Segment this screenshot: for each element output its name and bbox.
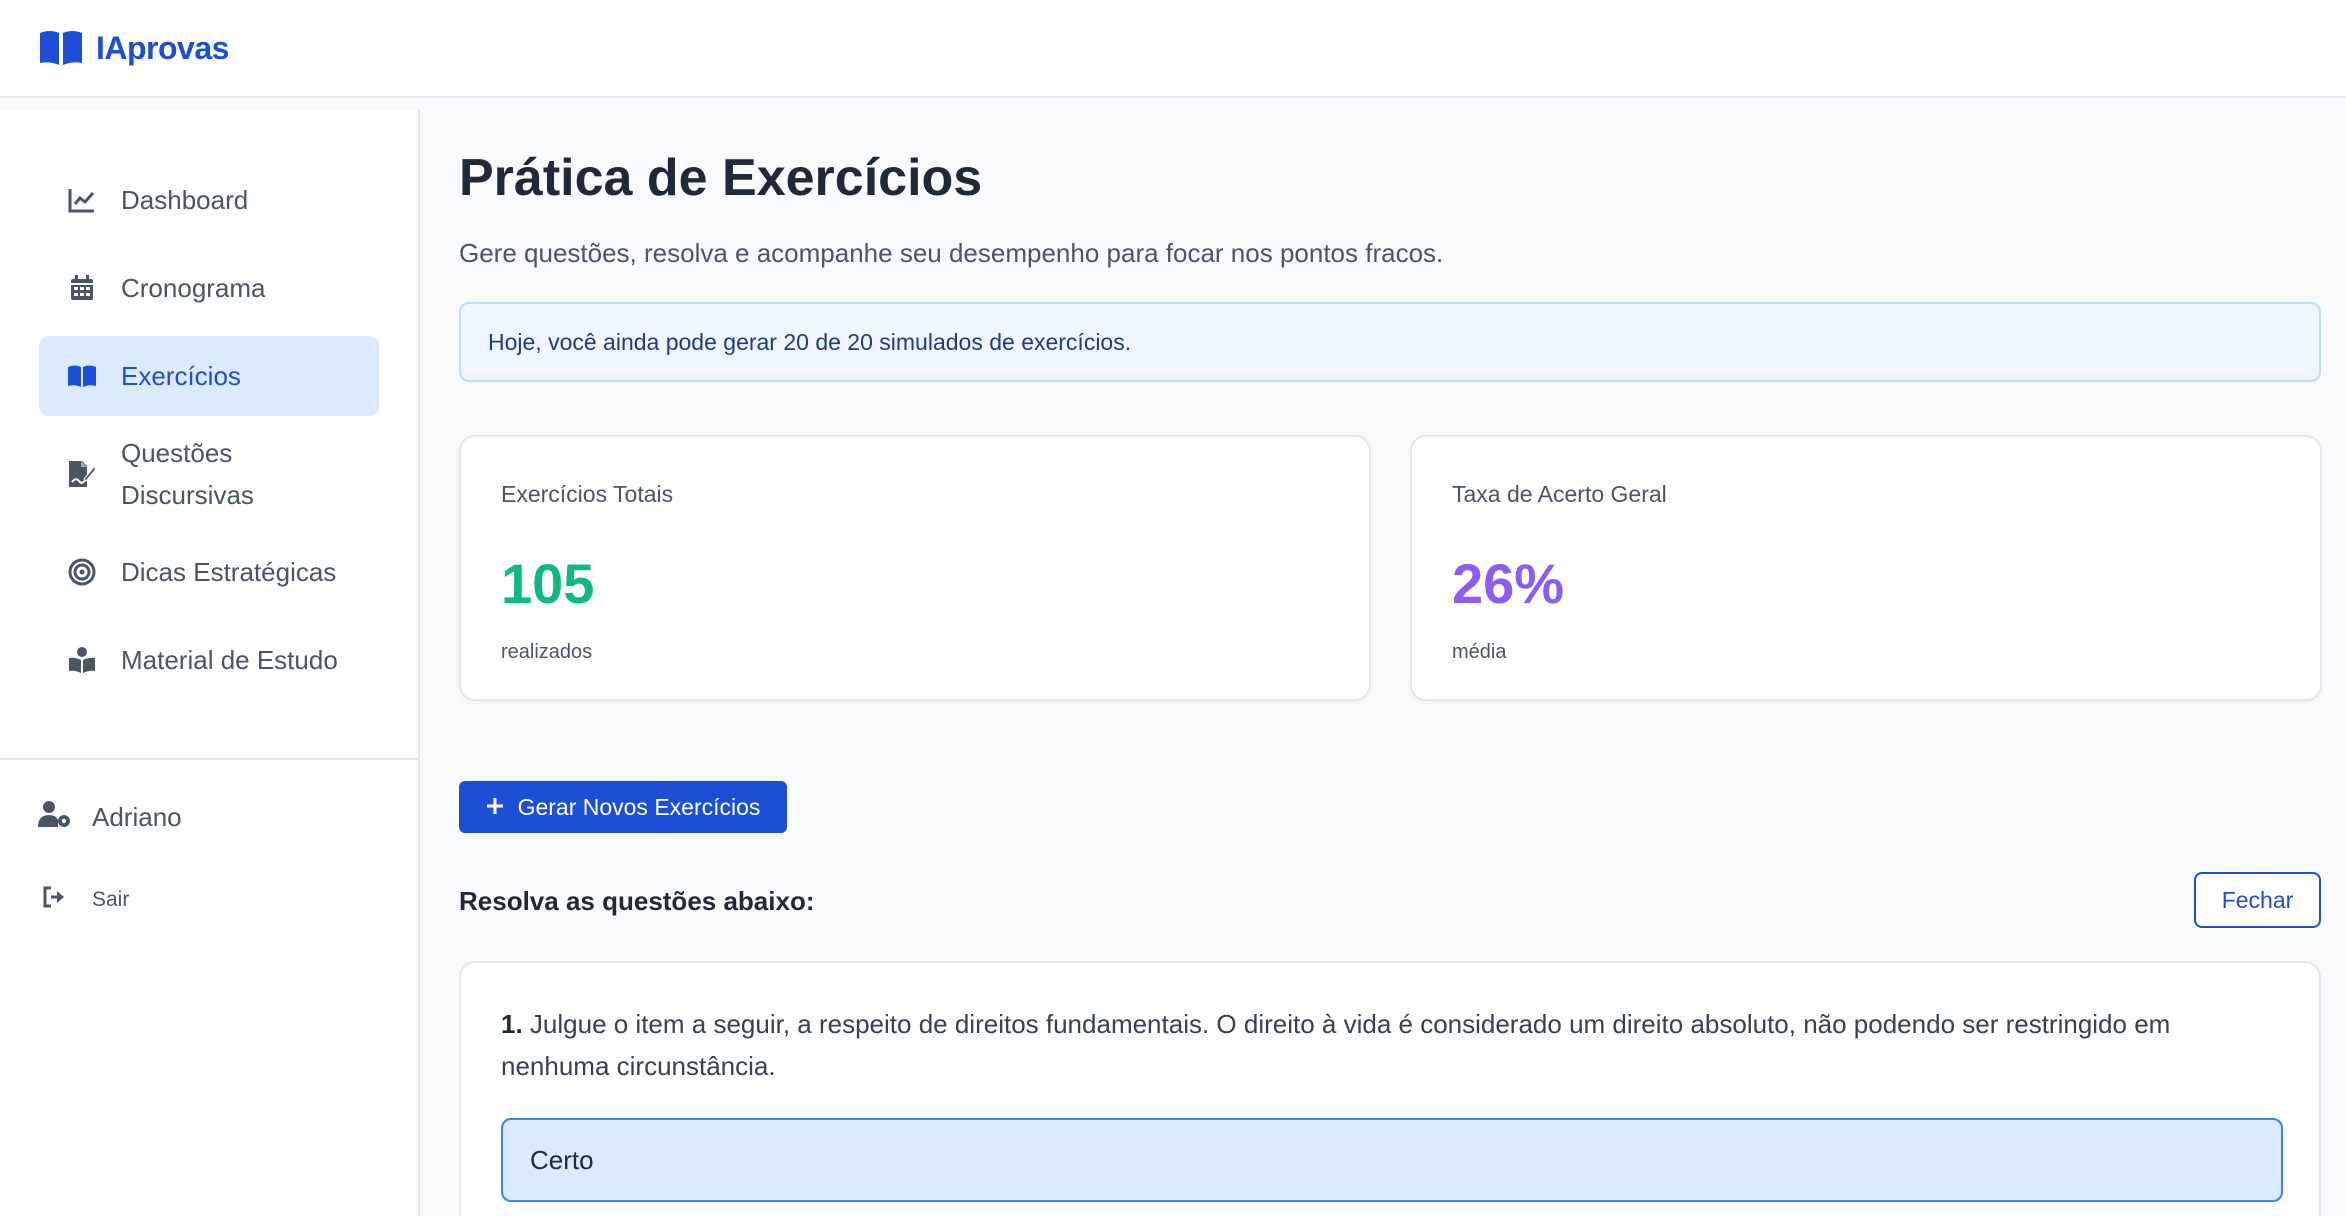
generate-exercises-button[interactable]: Gerar Novos Exercícios (459, 781, 787, 833)
user-cog-icon (38, 800, 72, 835)
question-card: 1. Julgue o item a seguir, a respeito de… (459, 961, 2321, 1216)
stat-card-total-exercises: Exercícios Totais 105 realizados (459, 435, 1371, 701)
close-button[interactable]: Fechar (2194, 872, 2321, 928)
sidebar: Dashboard Cronograma Exercícios Questões… (0, 110, 420, 1216)
user-name: Adriano (92, 802, 182, 832)
top-header: IAprovas (0, 0, 2346, 98)
quota-banner-text: Hoje, você ainda pode gerar 20 de 20 sim… (488, 328, 1132, 355)
sidebar-item-label: Material de Estudo (121, 644, 338, 675)
book-reader-icon (67, 645, 97, 675)
logout-label: Sair (92, 888, 130, 911)
page-title: Prática de Exercícios (459, 149, 983, 207)
stat-caption: média (1452, 641, 1507, 663)
stat-label: Exercícios Totais (501, 481, 674, 507)
stat-card-accuracy-rate: Taxa de Acerto Geral 26% média (1410, 435, 2322, 701)
section-title: Resolva as questões abaixo: (459, 886, 815, 916)
sidebar-item-exercicios[interactable]: Exercícios (39, 336, 379, 416)
question-statement: Julgue o item a seguir, a respeito de di… (501, 1009, 2171, 1081)
calendar-icon (67, 273, 97, 303)
open-book-icon (38, 29, 84, 67)
sidebar-item-label: Dashboard (121, 184, 249, 215)
generate-exercises-label: Gerar Novos Exercícios (517, 793, 761, 820)
open-book-icon (67, 361, 97, 391)
answer-option-label: Certo (530, 1144, 594, 1175)
sidebar-divider (0, 758, 418, 760)
stat-value: 105 (501, 552, 595, 615)
page-subtitle: Gere questões, resolva e acompanhe seu d… (459, 238, 1444, 268)
quota-banner: Hoje, você ainda pode gerar 20 de 20 sim… (459, 302, 2321, 382)
file-signature-icon (67, 459, 97, 489)
sidebar-item-questoes-discursivas[interactable]: Questões Discursivas (39, 424, 379, 524)
answer-option-certo[interactable]: Certo (501, 1118, 2283, 1202)
stat-value: 26% (1452, 552, 1565, 615)
user-profile[interactable]: Adriano (38, 800, 182, 835)
sidebar-nav: Dashboard Cronograma Exercícios Questões… (39, 160, 379, 708)
chart-line-icon (67, 185, 97, 215)
sidebar-item-label: Dicas Estratégicas (121, 556, 337, 587)
sign-out-icon (42, 886, 66, 914)
stat-caption: realizados (501, 641, 593, 663)
sidebar-item-label: Cronograma (121, 272, 266, 303)
sidebar-item-dashboard[interactable]: Dashboard (39, 160, 379, 240)
question-number: 1. (501, 1009, 523, 1039)
sidebar-item-label: Questões Discursivas (121, 438, 254, 510)
sidebar-item-label: Exercícios (121, 360, 241, 391)
question-text: 1. Julgue o item a seguir, a respeito de… (501, 1003, 2283, 1087)
stat-label: Taxa de Acerto Geral (1452, 481, 1667, 507)
plus-icon (486, 794, 504, 821)
brand[interactable]: IAprovas (38, 29, 229, 67)
logout-button[interactable]: Sair (42, 886, 129, 914)
brand-name: IAprovas (96, 29, 229, 66)
target-icon (67, 557, 97, 587)
sidebar-item-dicas-estrategicas[interactable]: Dicas Estratégicas (39, 532, 379, 612)
sidebar-item-cronograma[interactable]: Cronograma (39, 248, 379, 328)
sidebar-item-material-de-estudo[interactable]: Material de Estudo (39, 620, 379, 700)
